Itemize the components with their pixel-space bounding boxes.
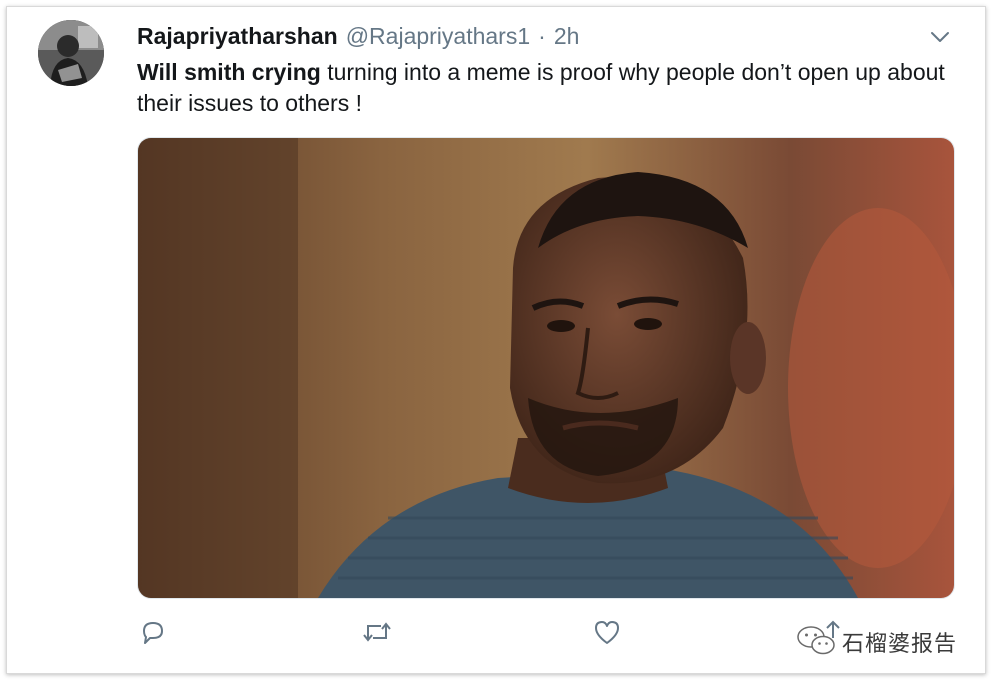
tweet-time[interactable]: 2h: [554, 23, 580, 50]
watermark-text: 石榴婆报告: [842, 632, 958, 657]
heart-icon[interactable]: [591, 616, 623, 648]
wechat-icon: [796, 624, 836, 661]
tweet-text-bold: Will smith crying: [137, 59, 321, 85]
tweet-image[interactable]: [137, 137, 955, 599]
reply-icon[interactable]: [137, 616, 169, 648]
avatar[interactable]: [38, 20, 104, 86]
retweet-icon[interactable]: [361, 616, 393, 648]
chevron-down-icon[interactable]: [929, 30, 951, 44]
tweet-actions: [137, 616, 840, 648]
author-handle[interactable]: @Rajapriyathars1: [346, 23, 530, 50]
tweet-text: Will smith crying turning into a meme is…: [137, 57, 957, 119]
tweet-header: Rajapriyatharshan @Rajapriyathars1 · 2h: [137, 23, 579, 51]
separator-dot: ·: [538, 23, 546, 49]
watermark: 石榴婆报告: [796, 622, 957, 662]
author-name[interactable]: Rajapriyatharshan: [137, 23, 338, 50]
